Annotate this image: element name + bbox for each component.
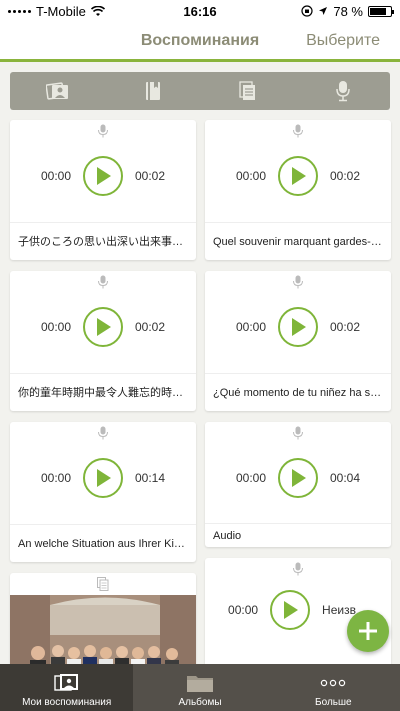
memory-photo: [10, 595, 196, 673]
play-icon: [292, 469, 306, 487]
tab-label: Мои воспоминания: [22, 697, 112, 708]
battery-icon: [368, 5, 394, 17]
memory-card-audio[interactable]: 00:00 00:02 子供のころの思い出深い出来事は…: [10, 120, 196, 260]
microphone-icon: [98, 124, 108, 138]
book-icon: [145, 82, 160, 100]
filter-audio-button[interactable]: [323, 76, 363, 106]
duration: 00:04: [330, 471, 361, 485]
filter-stories-button[interactable]: [133, 76, 173, 106]
audio-player: 00:00 00:02: [10, 156, 196, 196]
current-time: 00:00: [40, 471, 71, 485]
microphone-icon: [98, 426, 108, 440]
play-button[interactable]: [83, 156, 123, 196]
duration: 00:14: [135, 471, 166, 485]
tab-bar: Мои воспоминания Альбомы Больше: [0, 664, 400, 711]
document-icon: [238, 81, 255, 100]
battery-percent: 78 %: [333, 3, 363, 19]
folder-icon: [186, 676, 213, 692]
duration: 00:02: [330, 169, 361, 183]
play-button[interactable]: [83, 307, 123, 347]
current-time: 00:00: [228, 603, 259, 617]
microphone-icon: [293, 124, 303, 138]
play-button[interactable]: [278, 156, 318, 196]
tab-albums[interactable]: Альбомы: [133, 664, 266, 711]
microphone-icon: [293, 275, 303, 289]
more-icon: [321, 679, 346, 687]
filter-photos-button[interactable]: [38, 76, 78, 106]
audio-player: 00:00 00:02: [205, 156, 391, 196]
memory-caption: Quel souvenir marquant gardes-…: [205, 222, 391, 260]
memory-caption: Audio: [205, 523, 391, 547]
current-time: 00:00: [235, 320, 266, 334]
select-button[interactable]: Выберите: [306, 32, 380, 50]
play-button[interactable]: [83, 458, 123, 498]
navigation-bar: Воспоминания Выберите: [0, 22, 400, 62]
carrier-name: T-Mobile: [36, 3, 86, 19]
play-button[interactable]: [278, 458, 318, 498]
current-time: 00:00: [40, 169, 71, 183]
tab-label: Альбомы: [178, 697, 222, 708]
current-time: 00:00: [235, 471, 266, 485]
audio-player: 00:00 00:04: [205, 458, 391, 498]
memory-card-photo[interactable]: [10, 573, 196, 673]
document-icon: [97, 577, 109, 591]
microphone-icon: [98, 275, 108, 289]
audio-player: 00:00 00:02: [205, 307, 391, 347]
wifi-icon: [90, 5, 105, 16]
memory-caption: ¿Qué momento de tu niñez ha si…: [205, 373, 391, 411]
status-bar: T-Mobile 16:16 78 %: [0, 0, 400, 22]
play-icon: [97, 318, 111, 336]
memories-icon: [53, 674, 78, 691]
memory-card-audio[interactable]: 00:00 00:02 ¿Qué momento de tu niñez ha …: [205, 271, 391, 411]
filter-documents-button[interactable]: [228, 76, 268, 106]
play-icon: [97, 167, 111, 185]
duration: 00:02: [135, 320, 166, 334]
microphone-icon: [335, 81, 350, 102]
microphone-icon: [293, 426, 303, 440]
tab-my-memories[interactable]: Мои воспоминания: [0, 664, 134, 711]
plus-icon: [359, 622, 377, 640]
duration: 00:02: [135, 169, 166, 183]
memory-card-audio[interactable]: 00:00 00:02 Quel souvenir marquant garde…: [205, 120, 391, 260]
play-icon: [97, 469, 111, 487]
play-button[interactable]: [270, 590, 311, 630]
location-icon: [319, 7, 328, 15]
memory-caption: 子供のころの思い出深い出来事は…: [10, 222, 196, 260]
memory-card-audio[interactable]: 00:00 00:02 你的童年時期中最令人難忘的時刻…: [10, 271, 196, 411]
memory-caption: An welche Situation aus Ihrer Kin…: [10, 524, 196, 562]
add-memory-button[interactable]: [347, 610, 389, 652]
tab-label: Больше: [315, 697, 352, 708]
audio-player: 00:00 00:02: [10, 307, 196, 347]
memory-caption: 你的童年時期中最令人難忘的時刻…: [10, 373, 196, 411]
memory-type-filter-bar: [10, 72, 390, 110]
play-icon: [292, 318, 306, 336]
play-icon: [292, 167, 306, 185]
photo-icon: [45, 82, 68, 100]
play-button[interactable]: [278, 307, 318, 347]
memory-card-audio[interactable]: 00:00 00:14 An welche Situation aus Ihre…: [10, 422, 196, 562]
tab-more[interactable]: Больше: [267, 664, 400, 711]
play-icon: [284, 601, 299, 619]
orientation-lock-icon: [301, 5, 313, 17]
current-time: 00:00: [235, 169, 266, 183]
current-time: 00:00: [40, 320, 71, 334]
signal-strength-icon: [8, 9, 31, 13]
duration: 00:02: [330, 320, 361, 334]
memory-card-audio[interactable]: 00:00 00:04 Audio: [205, 422, 391, 547]
microphone-icon: [293, 562, 303, 576]
audio-player: 00:00 00:14: [10, 458, 196, 498]
